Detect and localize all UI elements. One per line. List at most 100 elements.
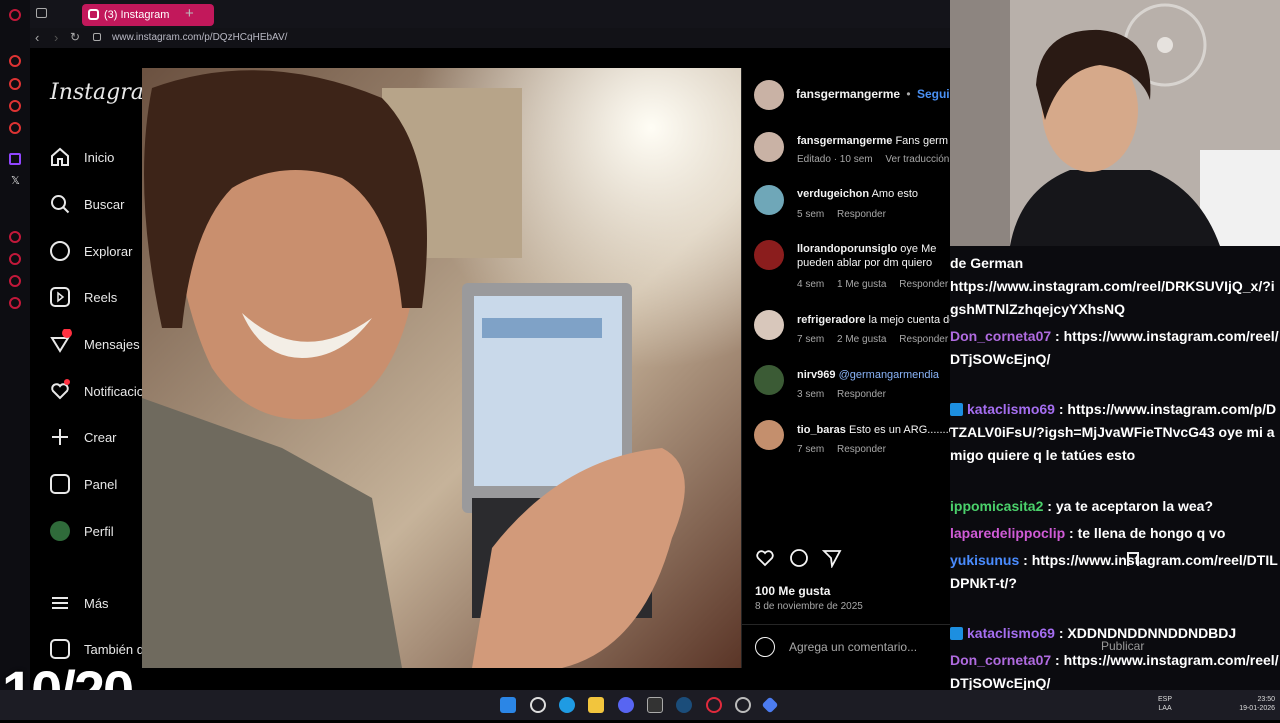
emoji-icon[interactable] (755, 637, 775, 657)
comment-avatar[interactable] (754, 420, 784, 450)
comment-username[interactable]: refrigeradore (797, 314, 865, 326)
notification-dot (62, 329, 72, 338)
comment-text: Esto es un ARG.......el (848, 424, 950, 436)
comment-likes[interactable]: 2 Me gusta (837, 334, 886, 345)
like-count[interactable]: 100 Me gusta (755, 584, 830, 598)
language-code: ESP (1158, 696, 1173, 703)
comment-time: 7 sem (797, 444, 825, 455)
twitch-icon[interactable] (9, 153, 21, 165)
home-icon (50, 147, 70, 167)
heart-icon (756, 550, 774, 567)
edge-icon[interactable] (559, 697, 575, 713)
heart-icon (50, 379, 70, 401)
comment-username[interactable]: tio_baras (797, 424, 846, 436)
comment-mention[interactable]: @germangarmendia (839, 369, 939, 381)
file-explorer-icon[interactable] (588, 697, 604, 713)
reply-link[interactable]: Responder (837, 444, 886, 455)
sidebar-app-icon[interactable] (9, 253, 21, 265)
chat-username[interactable]: kataclismo69 (967, 401, 1055, 417)
author-avatar[interactable] (754, 80, 784, 110)
discord-icon[interactable] (618, 697, 634, 713)
comment-button[interactable] (789, 548, 809, 573)
url-field[interactable]: www.instagram.com/p/DQzHCqHEbAV/ (112, 32, 287, 43)
language-indicator[interactable]: ESP LAA (1158, 695, 1172, 713)
obs-icon[interactable] (735, 697, 751, 713)
comment-avatar[interactable] (754, 310, 784, 340)
comment-username[interactable]: verdugeichon (797, 188, 869, 200)
comment-username[interactable]: llorandoporunsiglo (797, 243, 897, 255)
avatar-icon (50, 521, 70, 541)
epic-games-icon[interactable] (647, 697, 663, 713)
windows-start-icon[interactable] (500, 697, 516, 713)
sidebar-app-icon[interactable] (9, 78, 21, 90)
chat-username[interactable]: Don_corneta07 (950, 652, 1051, 668)
reload-icon[interactable]: ↻ (70, 30, 80, 44)
sub-badge-icon (950, 403, 963, 416)
nav-label: Reels (84, 289, 118, 305)
opera-icon[interactable] (706, 697, 722, 713)
comment-avatar[interactable] (754, 185, 784, 215)
settings-icon[interactable] (9, 297, 21, 309)
comment-input[interactable]: Agrega un comentario... (789, 640, 917, 654)
like-button[interactable] (755, 548, 775, 573)
sidebar-app-icon[interactable] (9, 122, 21, 134)
caption-username[interactable]: fansgermangerme (797, 135, 892, 147)
follow-button[interactable]: Seguir (917, 87, 950, 101)
keyboard-layout: LAA (1158, 705, 1172, 712)
share-button[interactable] (821, 548, 842, 573)
address-bar: ‹ › ↻ www.instagram.com/p/DQzHCqHEbAV/ (30, 28, 950, 48)
reply-link[interactable]: Responder (899, 334, 948, 345)
bookmark-icon[interactable] (1127, 552, 1139, 566)
reply-link[interactable]: Responder (837, 209, 886, 220)
caption: fansgermangerme Fans germ (797, 134, 950, 148)
comment-meta: 3 sem Responder (797, 389, 896, 400)
comment-username[interactable]: nirv969 (797, 369, 836, 381)
chat-message: laparedelippoclip : te llena de hongo q … (950, 525, 1226, 541)
chat-username[interactable]: kataclismo69 (967, 625, 1055, 641)
sidebar-app-icon[interactable] (9, 231, 21, 243)
comment-avatar[interactable] (754, 240, 784, 270)
chat-text: ya te aceptaron la wea? (1055, 498, 1214, 514)
tab-title: (3) Instagram (104, 9, 170, 21)
post-details-panel: fansgermangerme • Seguir fansgermangerme… (741, 68, 950, 668)
chat-link[interactable]: https://www.instagram.com/reel/DRKSUVIjQ… (950, 278, 1275, 317)
reply-link[interactable]: Responder (837, 389, 886, 400)
translate-link[interactable]: Ver traducción (885, 154, 949, 165)
app-icon[interactable] (761, 696, 779, 714)
x-twitter-icon[interactable]: 𝕏 (11, 174, 20, 187)
nav-label: Inicio (84, 149, 115, 165)
chat-username[interactable]: Don_corneta07 (950, 328, 1051, 344)
chat-username[interactable]: ippomicasita2 (950, 498, 1043, 514)
post-image[interactable] (142, 68, 741, 668)
chat-username[interactable]: yukisunus (950, 552, 1019, 568)
plus-icon (50, 427, 70, 447)
chart-icon (50, 474, 70, 494)
comment-icon (790, 549, 808, 567)
notification-dot (64, 379, 70, 385)
nav-label: Buscar (84, 196, 125, 212)
chat-username[interactable]: laparedelippoclip (950, 525, 1065, 541)
comment: llorandoporunsiglo oye Me pueden ablar p… (797, 242, 950, 272)
search-icon (50, 194, 70, 214)
tab-grid-icon[interactable] (36, 8, 47, 18)
comment-likes[interactable]: 1 Me gusta (837, 279, 886, 290)
new-tab-button[interactable]: + (185, 5, 194, 22)
reply-link[interactable]: Responder (899, 279, 948, 290)
tab-instagram[interactable]: (3) Instagram (82, 4, 214, 26)
search-icon[interactable] (530, 697, 546, 713)
comment-avatar[interactable] (754, 365, 784, 395)
caption-avatar[interactable] (754, 132, 784, 162)
steam-icon[interactable] (676, 697, 692, 713)
back-icon[interactable]: ‹ (35, 30, 39, 45)
divider (742, 624, 950, 625)
clock[interactable]: 23:50 19-01-2026 (1230, 695, 1275, 713)
opera-logo-icon[interactable] (9, 9, 21, 21)
sidebar-app-icon[interactable] (9, 100, 21, 112)
sidebar-app-icon[interactable] (9, 275, 21, 287)
chat-text: XDDNDNDDNNDDNDBDJ (1067, 625, 1237, 641)
forward-icon[interactable]: › (54, 30, 58, 45)
sidebar-app-icon[interactable] (9, 55, 21, 67)
chat-text: te llena de hongo q vo (1077, 525, 1226, 541)
chat-message: kataclismo69 : https://www.instagram.com… (950, 401, 1277, 463)
author-username[interactable]: fansgermangerme (796, 87, 900, 101)
